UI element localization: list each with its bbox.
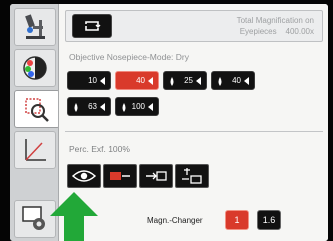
- camera-left-icon: [110, 172, 130, 180]
- objective-row-1: 10 40 25 40: [67, 71, 255, 90]
- fluorescence-label: Perc. Exf. 100%: [69, 144, 130, 154]
- objective-button-row1-0[interactable]: 10: [67, 71, 111, 90]
- objective-label: 40: [232, 76, 241, 85]
- section-divider: [65, 131, 323, 132]
- triangle-left-icon: [148, 102, 153, 111]
- objective-button-row1-2[interactable]: 25: [163, 71, 207, 90]
- eye-button[interactable]: [67, 164, 101, 188]
- eye-icon: [71, 170, 97, 182]
- oil-drop-icon: [170, 77, 174, 86]
- camera-port-icon: [146, 171, 167, 181]
- magnification-header: Total Magnification on Eyepieces 400.00x: [65, 10, 323, 42]
- axis-graph-icon: [25, 139, 46, 161]
- triangle-left-icon: [148, 76, 153, 85]
- gear-icon: [22, 206, 45, 230]
- microscope-icon: [25, 14, 45, 39]
- triangle-left-icon: [100, 76, 105, 85]
- total-magnification-readout: Total Magnification on Eyepieces 400.00x: [237, 15, 314, 37]
- objective-label: 63: [88, 102, 97, 111]
- lamp-port-icon: [182, 168, 202, 184]
- eyepieces-label: Eyepieces: [239, 27, 277, 36]
- tab-contrast[interactable]: [14, 49, 56, 87]
- tab-measure[interactable]: [14, 131, 56, 169]
- triangle-left-icon: [100, 102, 105, 111]
- oil-drop-icon: [218, 77, 222, 86]
- oil-drop-icon: [74, 103, 78, 112]
- light-path-row: [67, 164, 209, 188]
- pointer-arrow-icon: [50, 192, 98, 241]
- magnify-objective-icon: [25, 98, 49, 122]
- nosepiece-mode-label: Objective Nosepiece-Mode: Dry: [69, 52, 190, 62]
- objective-button-row2-0[interactable]: 63: [67, 97, 111, 116]
- refresh-icon: [85, 21, 101, 31]
- tab-microscope[interactable]: [14, 8, 56, 46]
- camera-port-button[interactable]: [139, 164, 173, 188]
- objective-row-2: 63 100: [67, 97, 159, 116]
- triangle-left-icon: [196, 76, 201, 85]
- contrast-icon: [23, 56, 47, 80]
- objective-button-row2-1[interactable]: 100: [115, 97, 159, 116]
- oil-drop-icon: [122, 103, 126, 112]
- magn-option-1[interactable]: 1: [225, 210, 249, 230]
- magnification-value: 400.00x: [285, 27, 314, 36]
- objective-button-row1-3[interactable]: 40: [211, 71, 255, 90]
- objective-label: 10: [88, 76, 97, 85]
- magn-option-1-6[interactable]: 1.6: [257, 210, 281, 230]
- triangle-left-icon: [244, 76, 249, 85]
- objective-label: 100: [131, 102, 145, 111]
- objective-button-row1-1[interactable]: 40: [115, 71, 159, 90]
- camera-left-button[interactable]: [103, 164, 137, 188]
- tab-objective[interactable]: [14, 90, 60, 128]
- magnification-label: Total Magnification on: [236, 16, 314, 25]
- objective-label: 40: [136, 76, 145, 85]
- refresh-button[interactable]: [72, 14, 112, 38]
- magn-changer-label: Magn.-Changer: [147, 216, 203, 225]
- objective-label: 25: [184, 76, 193, 85]
- lamp-port-button[interactable]: [175, 164, 209, 188]
